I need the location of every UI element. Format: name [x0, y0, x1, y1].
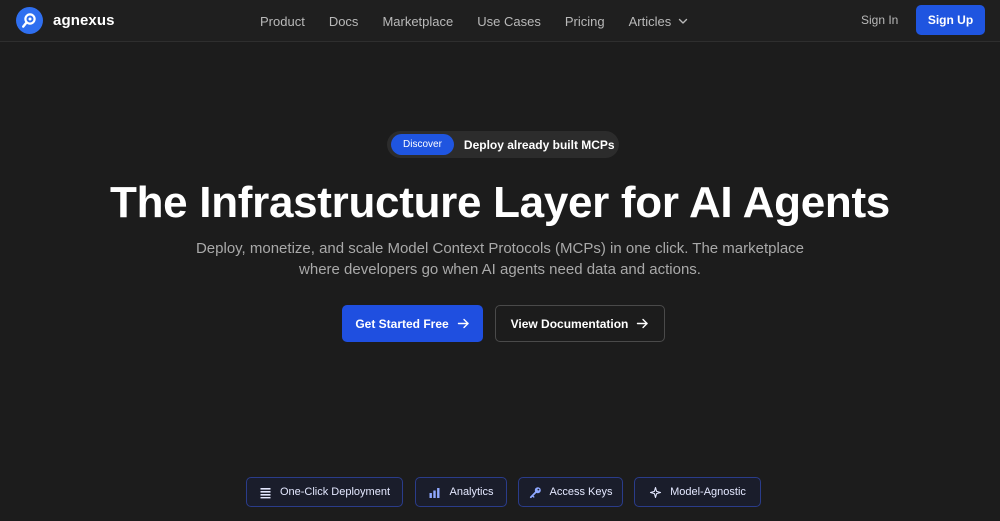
feature-chip-analytics[interactable]: Analytics — [415, 477, 507, 507]
nav-link-docs[interactable]: Docs — [329, 14, 359, 29]
sparkle-icon — [650, 486, 662, 498]
discover-text: Deploy already built MCPs — [463, 137, 615, 152]
discover-badge: Discover — [391, 134, 454, 155]
agnexus-logo-icon — [16, 7, 43, 34]
feature-chip-label: One-Click Deployment — [279, 486, 391, 498]
nav-link-pricing[interactable]: Pricing — [565, 14, 605, 29]
feature-chip-one-click-deployment[interactable]: One-Click Deployment — [246, 477, 403, 507]
view-documentation-button[interactable]: View Documentation — [495, 305, 665, 342]
main-nav: Product Docs Marketplace Use Cases Prici… — [260, 0, 689, 42]
top-navbar: agnexus Product Docs Marketplace Use Cas… — [0, 0, 1000, 42]
nav-link-marketplace[interactable]: Marketplace — [382, 14, 453, 29]
hero-subtitle: Deploy, monetize, and scale Model Contex… — [195, 240, 805, 278]
landing-page: agnexus Product Docs Marketplace Use Cas… — [0, 0, 1000, 521]
discover-pill[interactable]: Discover Deploy already built MCPs — [387, 131, 619, 158]
feature-chip-label: Access Keys — [549, 486, 613, 498]
get-started-label: Get Started Free — [355, 316, 449, 331]
feature-chip-model-agnostic[interactable]: Model-Agnostic — [634, 477, 761, 507]
key-icon — [529, 486, 541, 498]
brand-name: agnexus — [53, 12, 115, 29]
nav-link-product[interactable]: Product — [260, 14, 305, 29]
sign-in-link[interactable]: Sign In — [861, 13, 898, 27]
feature-chip-label: Model-Agnostic — [670, 486, 746, 498]
chevron-down-icon — [679, 18, 688, 24]
hero-title: The Infrastructure Layer for AI Agents — [110, 178, 890, 227]
arrow-right-icon — [637, 318, 649, 329]
get-started-button[interactable]: Get Started Free — [342, 305, 483, 342]
list-icon — [260, 487, 271, 498]
brand[interactable]: agnexus — [16, 7, 115, 34]
feature-chip-label: Analytics — [449, 486, 494, 498]
arrow-right-icon — [457, 318, 469, 329]
view-documentation-label: View Documentation — [510, 316, 629, 331]
sign-up-button[interactable]: Sign Up — [916, 5, 985, 35]
feature-chip-access-keys[interactable]: Access Keys — [518, 477, 623, 507]
nav-link-use-cases[interactable]: Use Cases — [477, 14, 541, 29]
nav-link-articles-label: Articles — [628, 13, 672, 29]
nav-link-articles[interactable]: Articles — [629, 14, 690, 29]
bar-chart-icon — [429, 487, 440, 498]
